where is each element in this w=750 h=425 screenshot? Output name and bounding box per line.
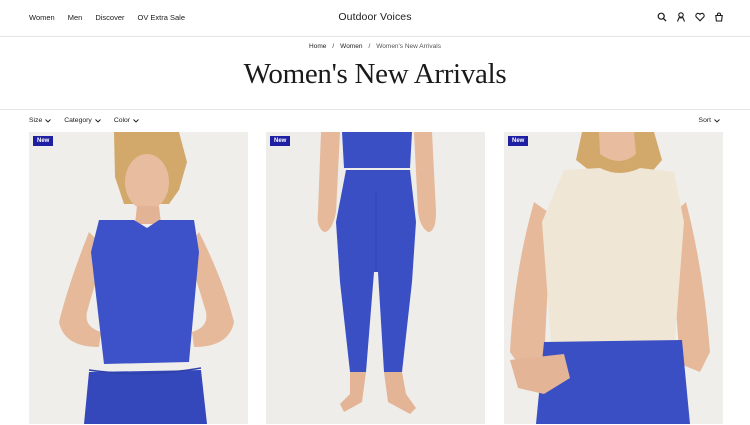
filter-color-label: Color [113, 117, 131, 124]
product-card[interactable]: New [504, 132, 723, 424]
new-badge: New [508, 136, 529, 146]
breadcrumb-home[interactable]: Home [309, 43, 326, 50]
sort-label: Sort [698, 117, 711, 124]
product-image [29, 132, 248, 424]
site-header: Women Men Discover OV Extra Sale Outdoor… [0, 0, 750, 37]
breadcrumb-separator: / [332, 43, 335, 50]
breadcrumb: Home / Women / Women's New Arrivals [0, 43, 750, 50]
breadcrumb-women[interactable]: Women [340, 43, 362, 50]
filter-list: Size Category Color [29, 117, 139, 124]
product-image [266, 132, 485, 424]
filter-category[interactable]: Category [64, 117, 101, 124]
product-card[interactable]: New [266, 132, 485, 424]
filter-color[interactable]: Color [114, 117, 139, 124]
filter-size-label: Size [29, 117, 43, 124]
chevron-down-icon [95, 118, 101, 123]
brand-logo[interactable]: Outdoor Voices [0, 11, 750, 23]
breadcrumb-current: Women's New Arrivals [376, 43, 441, 50]
new-badge: New [270, 136, 291, 146]
new-badge: New [33, 136, 54, 146]
filter-category-label: Category [64, 117, 92, 124]
page-title: Women's New Arrivals [243, 58, 507, 90]
search-icon[interactable] [657, 12, 667, 22]
filter-bar: Size Category Color Sort [0, 109, 750, 132]
account-icon[interactable] [676, 12, 686, 22]
chevron-down-icon [714, 118, 720, 123]
product-image [504, 132, 723, 424]
bag-icon[interactable] [714, 12, 724, 22]
breadcrumb-separator: / [368, 43, 371, 50]
sort-dropdown[interactable]: Sort [699, 117, 720, 124]
product-card[interactable]: New [29, 132, 248, 424]
header-icons [657, 12, 724, 22]
chevron-down-icon [133, 118, 139, 123]
chevron-down-icon [45, 118, 52, 123]
filter-size[interactable]: Size [29, 117, 52, 124]
wishlist-icon[interactable] [695, 12, 705, 22]
